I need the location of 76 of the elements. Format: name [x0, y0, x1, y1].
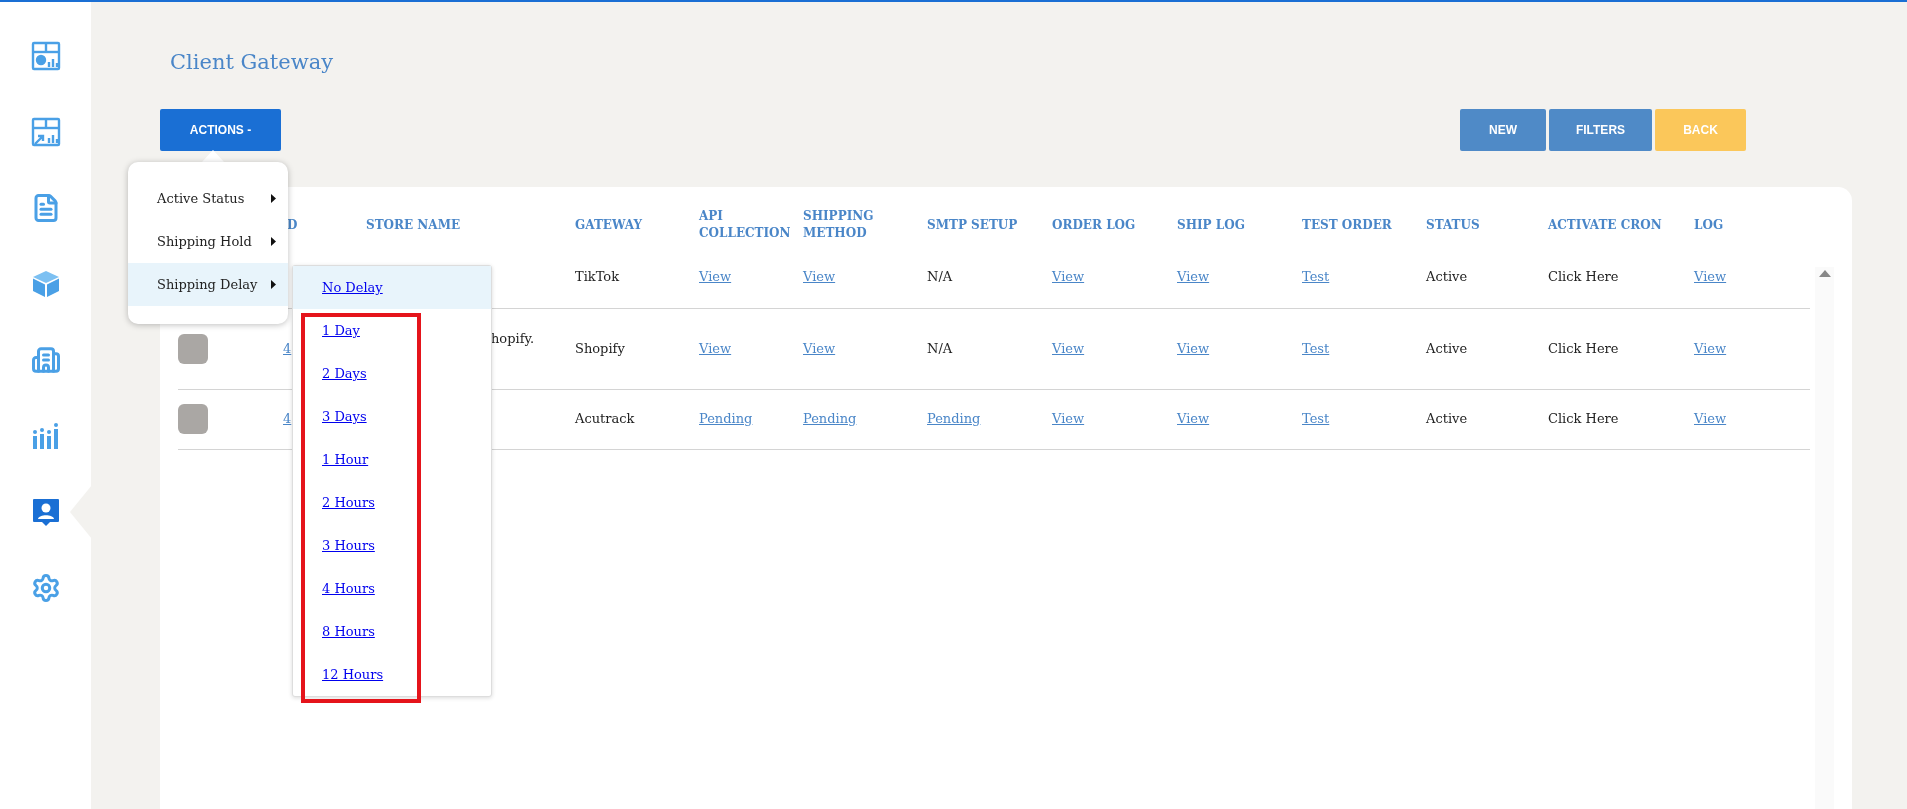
order-log-link[interactable]: View [1052, 340, 1085, 356]
submenu-arrow-icon [271, 237, 276, 246]
delay-option-link[interactable]: 8 Hours [322, 621, 375, 642]
delay-option-link[interactable]: 1 Hour [322, 449, 369, 470]
column-header: GATEWAY [575, 217, 642, 232]
delay-option-link[interactable]: 1 Day [322, 320, 360, 341]
delay-option-link[interactable]: 3 Hours [322, 535, 375, 556]
order-log-link[interactable]: View [1052, 268, 1085, 284]
shipping-method-link[interactable]: View [803, 268, 836, 284]
column-header: ACTIVATE CRON [1548, 217, 1662, 232]
test-order-link[interactable]: Test [1302, 340, 1330, 356]
column-header: TEST ORDER [1302, 217, 1392, 232]
shipping-method-link[interactable]: Pending [803, 411, 857, 427]
table-cell: Active [1426, 411, 1468, 427]
column-header: SHIPPING METHOD [803, 209, 874, 240]
column-header: STATUS [1426, 217, 1480, 232]
smtp-setup-link[interactable]: Pending [927, 411, 981, 427]
delay-option-link[interactable]: 12 Hours [322, 664, 384, 685]
scrollbar[interactable] [1815, 267, 1834, 809]
table-cell: Shopify [575, 340, 625, 356]
menu-item[interactable]: Shipping Hold [128, 220, 288, 263]
log-link[interactable]: View [1694, 268, 1727, 284]
settings-icon[interactable] [30, 573, 61, 603]
column-header: ORDER LOG [1052, 217, 1136, 232]
delay-option-link[interactable]: 4 Hours [322, 578, 375, 599]
table-cell: Acutrack [575, 411, 635, 427]
menu-item[interactable]: Active Status [128, 177, 288, 220]
order-log-link[interactable]: View [1052, 411, 1085, 427]
delay-option-link[interactable]: 2 Days [322, 363, 367, 384]
row-checkbox[interactable] [178, 404, 208, 434]
table-cell: N/A [927, 340, 953, 356]
report-icon[interactable] [30, 117, 61, 147]
submenu-arrow-icon [271, 194, 276, 203]
menu-item[interactable]: Shipping Delay [128, 263, 288, 306]
column-header: SHIP LOG [1177, 217, 1245, 232]
api-collection-link[interactable]: View [699, 268, 732, 284]
test-order-link[interactable]: Test [1302, 411, 1330, 427]
dashboard-icon[interactable] [30, 41, 61, 71]
delay-option-link[interactable]: 2 Hours [322, 492, 375, 513]
column-header: D [286, 217, 298, 232]
api-collection-link[interactable]: View [699, 340, 732, 356]
table-cell: N/A [927, 268, 953, 284]
ship-log-link[interactable]: View [1177, 340, 1210, 356]
toolbar-button[interactable]: FILTERS [1549, 109, 1652, 151]
row-checkbox[interactable] [178, 333, 208, 364]
table-cell: TikTok [575, 268, 620, 284]
scroll-up-arrow-icon[interactable] [1818, 270, 1831, 277]
column-header: API COLLECTION [699, 209, 791, 240]
api-collection-link[interactable]: Pending [699, 411, 753, 427]
contact-icon[interactable] [30, 497, 61, 527]
column-header: SMTP SETUP [927, 217, 1018, 232]
table-cell: Active [1426, 340, 1468, 356]
id-link[interactable]: 4 [283, 411, 292, 427]
shipping-method-link[interactable]: View [803, 340, 836, 356]
table-cell: hopify. [491, 330, 535, 346]
log-link[interactable]: View [1694, 411, 1727, 427]
actions-button[interactable]: ACTIONS - [160, 109, 281, 151]
activate-cron-text[interactable]: Click Here [1548, 411, 1619, 427]
id-link[interactable]: 4 [283, 340, 292, 356]
page-title: Client Gateway [170, 52, 335, 73]
ship-log-link[interactable]: View [1177, 268, 1210, 284]
log-link[interactable]: View [1694, 340, 1727, 356]
column-header: STORE NAME [366, 217, 461, 232]
delay-option-link[interactable]: No Delay [322, 277, 383, 298]
column-header: LOG [1694, 217, 1724, 232]
activate-cron-text[interactable]: Click Here [1548, 268, 1619, 284]
submenu-arrow-icon [271, 280, 276, 289]
cube-icon[interactable] [30, 269, 61, 299]
delay-option-link[interactable]: 3 Days [322, 406, 367, 427]
bar-chart-icon[interactable] [30, 421, 61, 451]
table-cell: Active [1426, 268, 1468, 284]
activate-cron-text[interactable]: Click Here [1548, 340, 1619, 356]
toolbar-button[interactable]: NEW [1460, 109, 1546, 151]
building-icon[interactable] [30, 345, 61, 375]
ship-log-link[interactable]: View [1177, 411, 1210, 427]
test-order-link[interactable]: Test [1302, 268, 1330, 284]
